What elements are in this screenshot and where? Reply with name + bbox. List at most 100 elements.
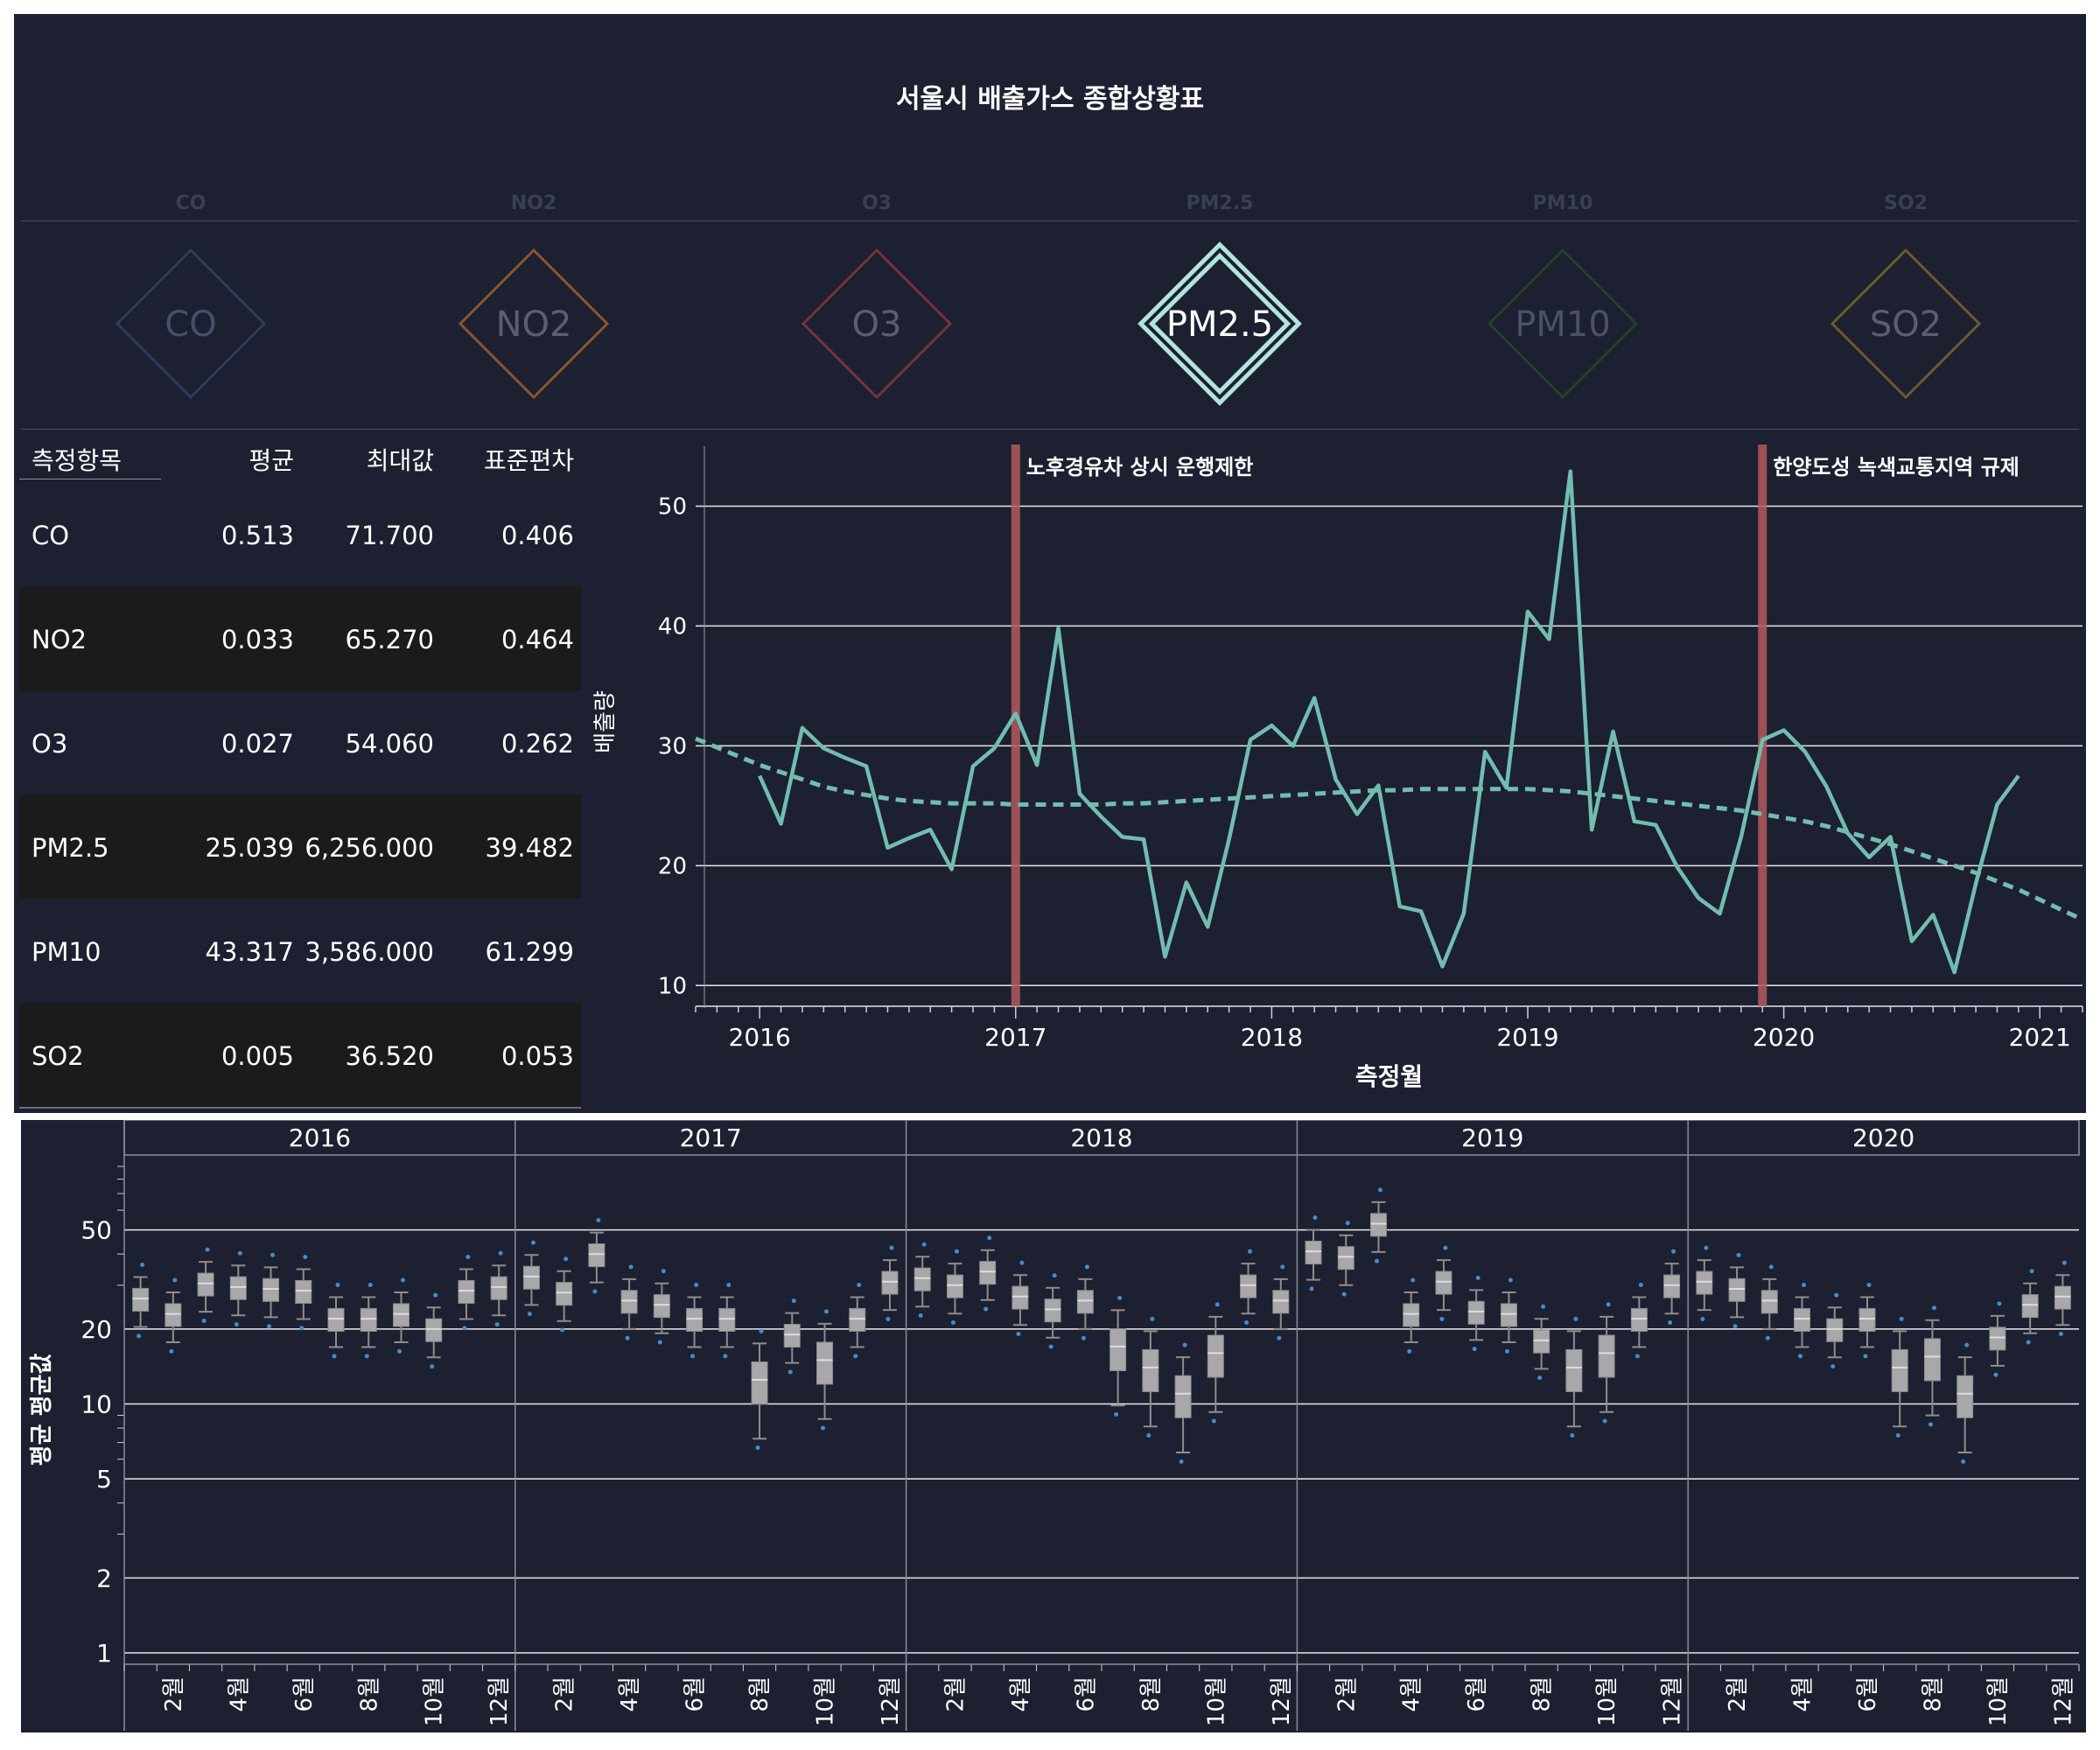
gas-selector-label: PM10 [1515, 304, 1611, 345]
page-title: 서울시 배출가스 종합상황표 [895, 84, 1205, 115]
outlier-point [1541, 1304, 1546, 1309]
gas-selector-label: PM2.5 [1166, 304, 1274, 345]
box [556, 1282, 573, 1306]
outlier-point [1993, 1372, 1998, 1377]
cell-max: 65.270 [345, 625, 434, 654]
x-tick-label: 2018 [1241, 1023, 1303, 1052]
outlier-point [788, 1369, 793, 1375]
x-tick-label: 2016 [729, 1023, 791, 1052]
outlier-point [1345, 1221, 1350, 1226]
cell-max: 71.700 [345, 521, 434, 550]
outlier-point [494, 1322, 500, 1327]
box [262, 1278, 280, 1302]
outlier-point [1931, 1306, 1936, 1311]
trend-line [695, 736, 2084, 922]
y-tick-label: 50 [80, 1216, 112, 1245]
box [458, 1279, 475, 1304]
outlier-point [368, 1283, 373, 1288]
gas-selector-pm10[interactable]: PM10 [1475, 236, 1650, 411]
outlier-point [564, 1256, 569, 1262]
cell-std: 0.262 [500, 729, 574, 759]
y-tick-label: 40 [658, 613, 687, 640]
outlier-point [400, 1278, 405, 1283]
year-label: 2020 [1852, 1124, 1914, 1152]
outlier-point [1277, 1335, 1282, 1340]
cell-item: SO2 [32, 1041, 84, 1071]
outlier-point [1244, 1320, 1250, 1326]
outlier-point [694, 1283, 699, 1288]
outlier-point [234, 1322, 239, 1327]
y-tick-label: 5 [96, 1465, 112, 1494]
gas-header-o3: O3 [861, 192, 892, 214]
cell-max: 3,586.000 [304, 937, 434, 967]
month-label: 6월 [1464, 1676, 1490, 1712]
y-tick-label: 30 [658, 733, 687, 760]
gas-selector-co[interactable]: CO [103, 236, 278, 411]
outlier-point [1899, 1316, 1904, 1321]
box [164, 1303, 182, 1327]
outlier-point [690, 1354, 696, 1359]
month-label: 2월 [161, 1676, 187, 1712]
box [1923, 1338, 1941, 1382]
box [1858, 1307, 1876, 1332]
outlier-point [396, 1348, 402, 1354]
outlier-point [1736, 1252, 1741, 1257]
month-label: 2월 [942, 1676, 969, 1712]
outlier-point [201, 1318, 206, 1323]
box [1435, 1270, 1452, 1295]
month-label: 4월 [1008, 1676, 1034, 1712]
year-label: 2018 [1070, 1124, 1132, 1152]
outlier-point [987, 1236, 992, 1241]
outlier-point [205, 1247, 210, 1252]
box [1337, 1246, 1354, 1270]
month-label: 10월 [1203, 1676, 1229, 1726]
y-tick-label: 20 [658, 853, 687, 879]
year-label: 2019 [1461, 1124, 1523, 1152]
gas-selector-o3[interactable]: O3 [789, 236, 964, 411]
month-label: 12월 [878, 1676, 904, 1726]
outlier-point [1146, 1433, 1152, 1438]
gas-header-co: CO [175, 192, 206, 214]
selector-divider [21, 429, 2079, 430]
gas-header-no2: NO2 [510, 192, 557, 214]
outlier-point [1602, 1418, 1607, 1424]
outlier-point [889, 1245, 894, 1250]
outlier-point [237, 1250, 242, 1256]
outlier-point [1374, 1258, 1379, 1264]
cell-max: 36.520 [345, 1041, 434, 1071]
outlier-point [560, 1327, 565, 1333]
box [522, 1265, 540, 1290]
outlier-point [755, 1446, 760, 1451]
outlier-point [466, 1255, 471, 1260]
cell-item: PM2.5 [32, 833, 109, 863]
month-label: 8월 [747, 1676, 774, 1712]
box [816, 1341, 834, 1385]
box [1891, 1348, 1908, 1392]
cell-item: PM10 [32, 937, 102, 967]
outlier-point [1928, 1422, 1933, 1427]
box [229, 1276, 247, 1300]
month-label: 6월 [682, 1676, 709, 1712]
box [1403, 1303, 1420, 1327]
box [2054, 1285, 2071, 1310]
cell-mean: 43.317 [205, 937, 294, 967]
y-axis-title: 배출량 [592, 690, 619, 753]
gas-selector-no2[interactable]: NO2 [446, 236, 621, 411]
y-tick-label: 50 [658, 494, 687, 520]
box [490, 1276, 508, 1300]
cell-mean: 25.039 [205, 833, 294, 863]
outlier-point [1504, 1348, 1509, 1354]
month-label: 8월 [1920, 1676, 1946, 1712]
month-label: 2월 [1334, 1676, 1360, 1712]
outlier-point [1573, 1316, 1578, 1321]
outlier-point [726, 1283, 732, 1288]
outlier-point [661, 1269, 666, 1274]
box [295, 1279, 312, 1304]
cell-item: O3 [32, 729, 68, 759]
gas-selector-so2[interactable]: SO2 [1818, 236, 1993, 411]
outlier-point [1732, 1324, 1738, 1329]
gas-header-pm25: PM2.5 [1186, 192, 1254, 214]
box [783, 1324, 801, 1348]
outlier-point [1248, 1249, 1253, 1254]
gas-selector-pm25[interactable]: PM2.5 [1132, 236, 1307, 411]
